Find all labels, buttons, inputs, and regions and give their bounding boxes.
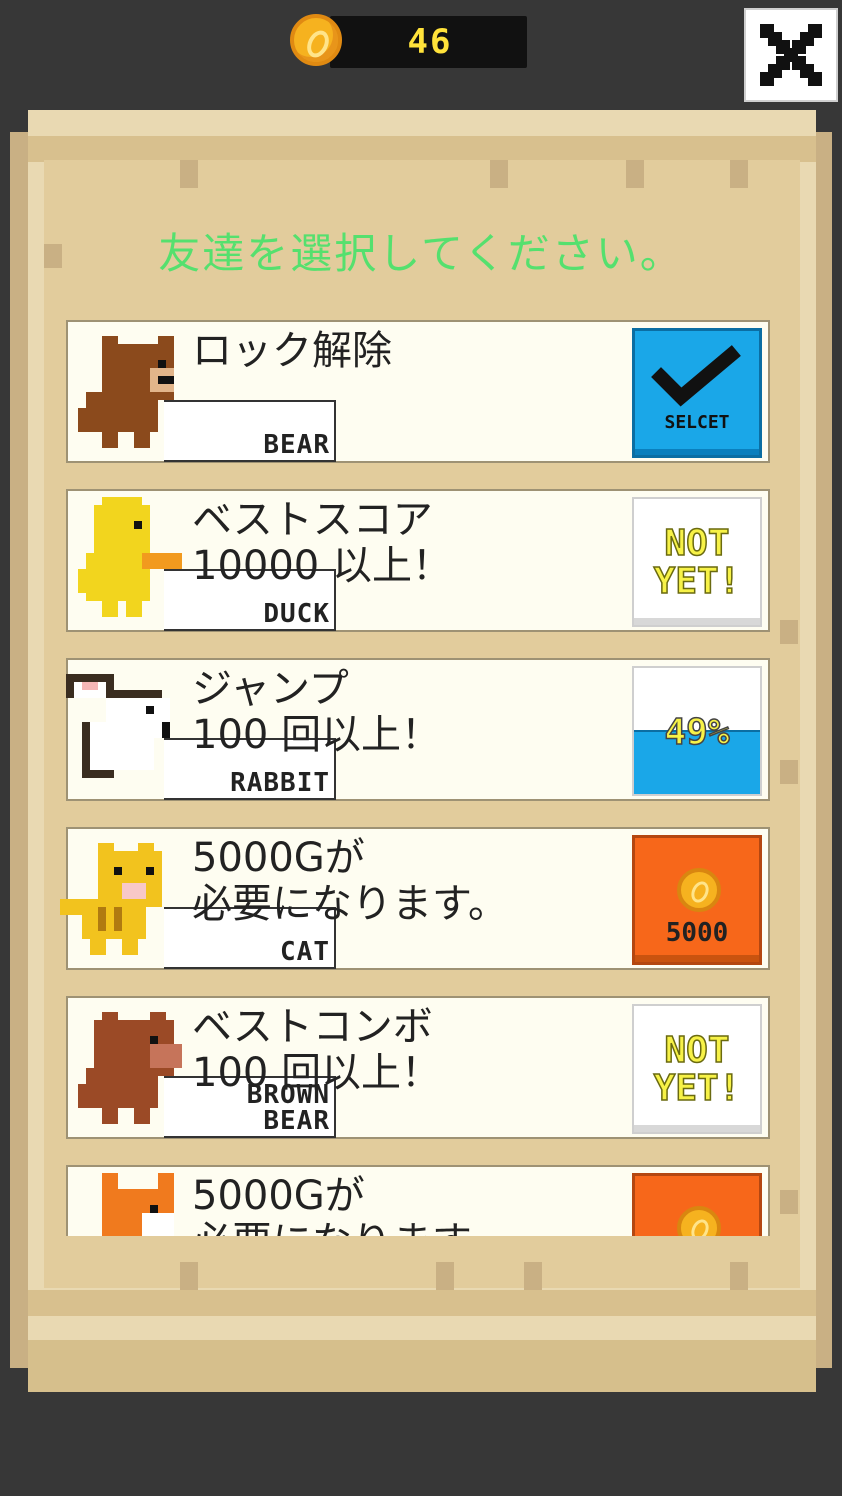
unlock-condition: ベストコンボ 100 回以上！ <box>192 1004 442 1096</box>
panel-notch <box>780 760 798 784</box>
character-name: BEAR <box>263 430 330 460</box>
price-label: 5000 <box>665 918 729 948</box>
unlock-condition: ジャンプ 100 回以上！ <box>192 666 442 758</box>
not-yet-label: NOT YET! <box>653 523 741 602</box>
not-yet-label: NOT YET! <box>653 1030 741 1109</box>
panel-notch <box>180 160 198 188</box>
select-label: SELCET <box>664 412 730 433</box>
coin-icon <box>677 868 721 912</box>
panel-bottom-border <box>28 1290 816 1316</box>
unlock-condition: 5000Gが 必要になります。 <box>192 1173 508 1236</box>
coin-count: 46 <box>407 22 453 62</box>
buy-button[interactable]: 5000 <box>632 835 762 965</box>
character-card-fox[interactable]: 5000Gが 必要になります。 <box>66 1165 770 1236</box>
unlock-condition: ロック解除 <box>192 328 392 374</box>
panel-notch <box>730 1262 748 1290</box>
progress-button[interactable]: 49% <box>632 666 762 796</box>
locked-button[interactable]: NOT YET! <box>632 497 762 627</box>
panel-notch <box>626 160 644 188</box>
character-card-duck[interactable]: DUCK ベストスコア 10000 以上！ NOT YET! <box>66 489 770 632</box>
page-title: 友達を選択してください。 <box>158 229 684 278</box>
character-name: RABBIT <box>230 768 330 798</box>
name-plate: BEAR <box>164 400 336 462</box>
fox-avatar <box>102 1173 174 1236</box>
select-button[interactable]: SELCET <box>632 328 762 458</box>
coin-icon <box>677 1206 721 1236</box>
character-card-bear[interactable]: BEAR ロック解除 SELCET <box>66 320 770 463</box>
character-name: DUCK <box>263 599 330 629</box>
panel-notch <box>780 1190 798 1214</box>
panel-footer <box>28 1340 816 1392</box>
coin-icon <box>290 14 342 66</box>
buy-button[interactable] <box>632 1173 762 1236</box>
panel-notch <box>730 160 748 188</box>
character-card-cat[interactable]: CAT 5000Gが 必要になります。 5000 <box>60 827 770 970</box>
character-name: CAT <box>280 937 330 967</box>
cat-avatar <box>60 843 162 955</box>
close-button[interactable] <box>744 8 838 102</box>
panel-notch <box>780 620 798 644</box>
checkmark-icon <box>651 345 741 407</box>
close-icon <box>760 24 822 86</box>
panel-notch <box>436 1262 454 1290</box>
panel-notch <box>524 1262 542 1290</box>
character-card-brown-bear[interactable]: BROWN BEAR ベストコンボ 100 回以上！ NOT YET! <box>66 996 770 1139</box>
progress-label: 49% <box>664 711 731 754</box>
unlock-condition: ベストスコア 10000 以上！ <box>192 497 452 589</box>
unlock-condition: 5000Gが 必要になります。 <box>192 835 508 927</box>
character-list[interactable]: BEAR ロック解除 SELCET DUCK ベストスコア 10000 以上！ … <box>60 316 776 1236</box>
panel-top-border <box>28 136 816 162</box>
panel-notch <box>180 1262 198 1290</box>
top-bar: 46 <box>0 0 842 108</box>
character-card-rabbit[interactable]: RABBIT ジャンプ 100 回以上！ 49% <box>66 658 770 801</box>
locked-button[interactable]: NOT YET! <box>632 1004 762 1134</box>
rabbit-avatar <box>66 674 170 778</box>
panel-notch <box>490 160 508 188</box>
